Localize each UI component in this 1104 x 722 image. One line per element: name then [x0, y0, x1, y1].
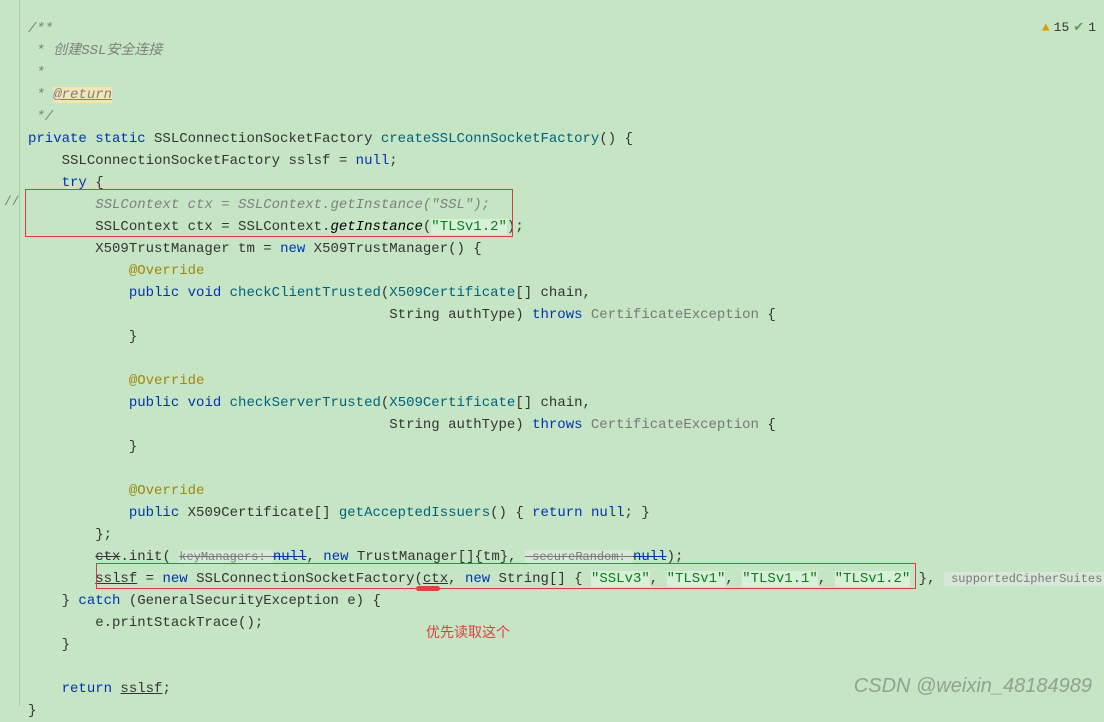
kw: return — [532, 505, 591, 521]
method-decl: checkServerTrusted — [230, 395, 381, 411]
warning-count: 15 — [1054, 20, 1070, 35]
kw: throws — [532, 417, 591, 433]
code-text: ; — [162, 681, 170, 697]
code-text: String authType) — [389, 417, 532, 433]
kw: public — [129, 395, 188, 411]
code-text: ; } — [625, 505, 650, 521]
code-text: [] chain, — [515, 395, 591, 411]
code-text: SSLConnectionSocketFactory( — [196, 571, 423, 587]
kw: null — [356, 153, 390, 169]
code-text: }; — [95, 527, 112, 543]
string-literal: "TLSv1.1" — [742, 571, 818, 587]
warning-icon: ▲ — [1042, 20, 1050, 35]
code-text: X509TrustManager() { — [314, 241, 482, 257]
param-hint: secureRandom: — [525, 550, 633, 564]
param-hint: keyManagers: — [179, 550, 273, 564]
kw: void — [188, 395, 230, 411]
var-ref: sslsf — [120, 681, 162, 697]
annotation: @Override — [129, 483, 205, 499]
code-text: ctx — [95, 549, 120, 565]
method-decl: checkClientTrusted — [230, 285, 381, 301]
method-decl: getAcceptedIssuers — [339, 505, 490, 521]
code-text: } — [129, 439, 137, 455]
var-ref: ctx — [423, 571, 448, 587]
kw: return — [62, 681, 121, 697]
code-text: { — [95, 175, 103, 191]
kw: static — [95, 131, 154, 147]
code-editor[interactable]: /** * 创建SSL安全连接 * * @return */ private s… — [0, 0, 1104, 706]
code-text: } — [28, 703, 36, 719]
code-text: /** — [28, 21, 53, 37]
code-text: */ — [28, 109, 53, 125]
var-ref: sslsf — [95, 571, 137, 587]
code-text: .init( — [120, 549, 179, 565]
commented-code: SSLContext ctx = SSLContext.getInstance(… — [28, 197, 490, 213]
string-literal: "SSLv3" — [591, 571, 650, 587]
code-text: e.printStackTrace(); — [95, 615, 263, 631]
kw: throws — [532, 307, 591, 323]
code-text: SSLConnectionSocketFactory — [154, 131, 381, 147]
code-text: , — [306, 549, 323, 565]
code-text: TrustManager[]{tm}, — [357, 549, 525, 565]
inspection-badges[interactable]: ▲ 15 ✔ 1 — [1042, 20, 1096, 35]
string-literal: "TLSv1.2" — [431, 219, 507, 235]
code-text: } — [62, 637, 70, 653]
code-text: (GeneralSecurityException e) { — [129, 593, 381, 609]
code-text: SSLConnectionSocketFactory sslsf = — [62, 153, 356, 169]
code-text: , — [448, 571, 465, 587]
code-text: * — [28, 43, 53, 59]
type-ref: CertificateException — [591, 417, 767, 433]
string-literal: "TLSv1" — [667, 571, 726, 587]
return-tag: @return — [53, 87, 112, 103]
type-ref: X509Certificate — [389, 395, 515, 411]
code-text: () { — [599, 131, 633, 147]
kw: null — [633, 549, 667, 565]
code-text: * — [28, 65, 45, 81]
code-text: ); — [667, 549, 684, 565]
kw: null — [591, 505, 625, 521]
kw: null — [273, 549, 307, 565]
code-text: X509Certificate[] — [188, 505, 339, 521]
code-text: } — [129, 329, 137, 345]
code-text: ; — [389, 153, 397, 169]
method-decl: createSSLConnSocketFactory — [381, 131, 599, 147]
kw: public — [129, 505, 188, 521]
code-text: ); — [507, 219, 524, 235]
kw: private — [28, 131, 95, 147]
kw: new — [162, 571, 196, 587]
type-ref: CertificateException — [591, 307, 767, 323]
code-text: 创建SSL安全连接 — [53, 43, 162, 59]
check-count: 1 — [1088, 20, 1096, 35]
kw: new — [323, 549, 357, 565]
code-text: { — [767, 307, 775, 323]
code-text: * — [28, 87, 53, 103]
code-text: SSLContext ctx = SSLContext. — [95, 219, 330, 235]
code-text: = — [137, 571, 162, 587]
code-text: { — [767, 417, 775, 433]
check-icon: ✔ — [1073, 20, 1084, 35]
gutter-comment-marker: // — [4, 194, 20, 209]
kw: void — [188, 285, 230, 301]
code-text: [] chain, — [515, 285, 591, 301]
annotation: @Override — [129, 373, 205, 389]
code-text: String authType) — [389, 307, 532, 323]
code-text: X509TrustManager tm = — [95, 241, 280, 257]
code-content[interactable]: /** * 创建SSL安全连接 * * @return */ private s… — [20, 0, 1104, 706]
kw: new — [280, 241, 314, 257]
kw: catch — [78, 593, 128, 609]
code-text: } — [62, 593, 79, 609]
code-text: () { — [490, 505, 532, 521]
method-call: getInstance — [330, 219, 422, 235]
param-hint: supportedCipherSuites: — [944, 572, 1104, 586]
kw: public — [129, 285, 188, 301]
annotation: @Override — [129, 263, 205, 279]
code-text: }, — [910, 571, 944, 587]
string-literal: "TLSv1.2" — [835, 571, 911, 587]
kw: new — [465, 571, 499, 587]
type-ref: X509Certificate — [389, 285, 515, 301]
kw: try — [62, 175, 96, 191]
code-text: String[] { — [499, 571, 591, 587]
editor-gutter — [0, 0, 20, 706]
